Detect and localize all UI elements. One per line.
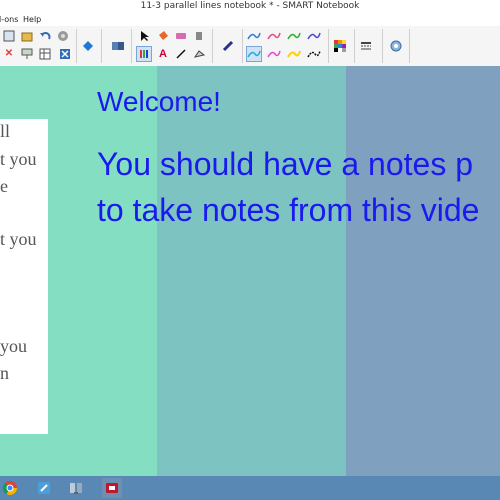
- toolbar-divider: [212, 29, 213, 63]
- toolbar: ✕ A: [0, 26, 500, 84]
- dual-screen-icon[interactable]: [110, 38, 126, 54]
- slide-background-middle: [157, 66, 346, 476]
- screen-shade-icon[interactable]: [19, 46, 35, 62]
- network-app-icon[interactable]: [66, 478, 86, 498]
- slide-canvas[interactable]: ll t you e t you you n Welcome! You shou…: [0, 66, 500, 476]
- magic-pen-icon[interactable]: [191, 28, 207, 44]
- pen-swatch-5-icon[interactable]: [246, 46, 262, 62]
- lesson-activity-icon[interactable]: [80, 38, 96, 54]
- line-tool-icon[interactable]: [173, 46, 189, 62]
- toolbar-divider: [382, 29, 383, 63]
- pen-swatch-3-icon[interactable]: [286, 28, 302, 44]
- notes-paper-line: t you: [0, 149, 37, 169]
- toolbar-divider: [131, 29, 132, 63]
- notes-paper-line: ll: [0, 121, 11, 141]
- palette-swatch: [338, 44, 342, 48]
- chrome-icon[interactable]: [0, 478, 20, 498]
- palette-swatch: [342, 40, 346, 44]
- color-palette-grid: [334, 40, 346, 52]
- palette-swatch: [342, 48, 346, 52]
- instruction-line-1[interactable]: You should have a notes p: [97, 146, 473, 183]
- toolbar-divider: [354, 29, 355, 63]
- open-file-icon[interactable]: [19, 28, 35, 44]
- palette-swatch: [342, 44, 346, 48]
- pen-icon[interactable]: [136, 46, 152, 62]
- palette-swatch: [334, 44, 338, 48]
- text-tool-icon[interactable]: A: [155, 46, 171, 62]
- toolbar-divider: [409, 29, 410, 63]
- menu-item-help[interactable]: Help: [23, 15, 41, 24]
- notepad-icon[interactable]: [34, 478, 54, 498]
- slide-background-right: [346, 66, 500, 476]
- notes-paper-line: n: [0, 363, 9, 383]
- eraser-icon[interactable]: [173, 28, 189, 44]
- palette-swatch: [338, 40, 342, 44]
- pen-swatch-4-icon[interactable]: [306, 28, 322, 44]
- toolbar-divider: [242, 29, 243, 63]
- select-icon[interactable]: [137, 28, 153, 44]
- toolbar-divider: [101, 29, 102, 63]
- notes-paper-line: you: [0, 336, 27, 356]
- toolbar-divider: [76, 29, 77, 63]
- pen-swatch-8-icon[interactable]: [306, 46, 322, 62]
- delete-icon[interactable]: ✕: [1, 46, 17, 62]
- menu-item-add-ons[interactable]: l-ons: [0, 15, 18, 24]
- color-palette-icon[interactable]: [332, 38, 348, 54]
- title-bar: 11-3 parallel lines notebook * - SMART N…: [0, 0, 500, 14]
- shapes-icon[interactable]: [191, 46, 207, 62]
- properties-icon[interactable]: [388, 38, 404, 54]
- pen-swatch-6-icon[interactable]: [266, 46, 282, 62]
- table-icon[interactable]: [37, 46, 53, 62]
- instruction-line-2[interactable]: to take notes from this vide: [97, 192, 479, 229]
- notes-paper-line: e: [0, 176, 8, 196]
- line-style-icon[interactable]: [358, 38, 374, 54]
- welcome-heading[interactable]: Welcome!: [97, 86, 221, 118]
- toolbar-divider: [328, 29, 329, 63]
- palette-swatch: [334, 48, 338, 52]
- pen-swatch-7-icon[interactable]: [286, 46, 302, 62]
- notes-paper-image[interactable]: ll t you e t you you n: [0, 119, 48, 434]
- pen-swatch-2-icon[interactable]: [266, 28, 282, 44]
- add-ons-icon[interactable]: [55, 28, 71, 44]
- pen-swatch-1-icon[interactable]: [246, 28, 262, 44]
- undo-icon[interactable]: [37, 28, 53, 44]
- menu-bar: l-ons Help: [0, 14, 500, 26]
- pen-style-icon[interactable]: [220, 38, 236, 54]
- new-page-icon[interactable]: [1, 28, 17, 44]
- palette-swatch: [334, 40, 338, 44]
- palette-swatch: [338, 48, 342, 52]
- notes-paper-line: t you: [0, 229, 37, 249]
- taskbar: [0, 476, 500, 500]
- window-title: 11-3 parallel lines notebook * - SMART N…: [140, 1, 360, 11]
- fullscreen-icon[interactable]: [57, 46, 73, 62]
- smart-notebook-icon[interactable]: [102, 478, 122, 498]
- fill-icon[interactable]: [155, 28, 171, 44]
